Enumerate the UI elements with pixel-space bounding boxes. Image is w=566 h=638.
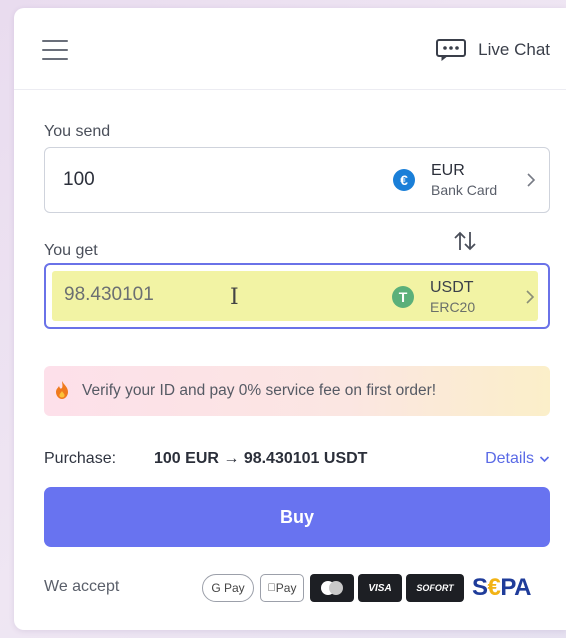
google-pay-logo: G Pay	[202, 574, 254, 602]
you-get-label: You get	[44, 242, 98, 259]
chevron-right-icon	[526, 290, 535, 304]
purchase-label: Purchase:	[44, 450, 117, 467]
we-accept-label: We accept	[44, 578, 120, 595]
hamburger-icon[interactable]	[42, 40, 68, 60]
header: Live Chat	[14, 8, 566, 90]
live-chat-button[interactable]: Live Chat	[436, 35, 550, 65]
send-amount-input[interactable]	[63, 148, 263, 212]
chevron-right-icon	[527, 173, 536, 187]
tether-coin-icon: T	[392, 286, 414, 308]
details-toggle[interactable]: Details	[485, 450, 550, 468]
buy-button[interactable]: Buy	[44, 487, 550, 547]
text-cursor-icon: I	[230, 285, 239, 310]
get-currency-code: USDT	[430, 279, 474, 296]
send-currency-code: EUR	[431, 162, 465, 179]
you-send-label: You send	[44, 123, 111, 140]
send-field: € EUR Bank Card	[44, 147, 550, 213]
visa-logo: VISA	[358, 574, 402, 602]
sepa-logo: S€PA	[472, 574, 531, 601]
send-currency-method: Bank Card	[431, 182, 498, 198]
purchase-value: 100 EUR → 98.430101 USDT	[154, 450, 368, 467]
euro-coin-icon: €	[393, 169, 415, 191]
purchase-summary: Purchase: 100 EUR → 98.430101 USDT	[44, 450, 367, 468]
promo-text: Verify your ID and pay 0% service fee on…	[82, 382, 437, 399]
send-currency-selector[interactable]: € EUR Bank Card	[389, 148, 539, 212]
get-field: I T USDT ERC20	[44, 263, 550, 329]
swap-arrows-icon[interactable]	[452, 230, 478, 252]
mastercard-circles-icon	[321, 581, 343, 595]
get-currency-selector[interactable]: T USDT ERC20	[388, 265, 538, 329]
exchange-widget: Live Chat You send € EUR Bank Card You g…	[14, 8, 566, 630]
chevron-down-icon	[539, 456, 550, 463]
details-label: Details	[485, 450, 534, 467]
sofort-logo: SOFORT	[406, 574, 464, 602]
chat-bubble-icon	[436, 39, 467, 61]
mastercard-logo	[310, 574, 354, 602]
get-currency-network: ERC20	[430, 299, 476, 315]
live-chat-label: Live Chat	[478, 40, 550, 59]
fire-icon	[56, 381, 68, 399]
apple-pay-logo: Pay	[260, 574, 304, 602]
promo-banner: Verify your ID and pay 0% service fee on…	[44, 366, 550, 416]
